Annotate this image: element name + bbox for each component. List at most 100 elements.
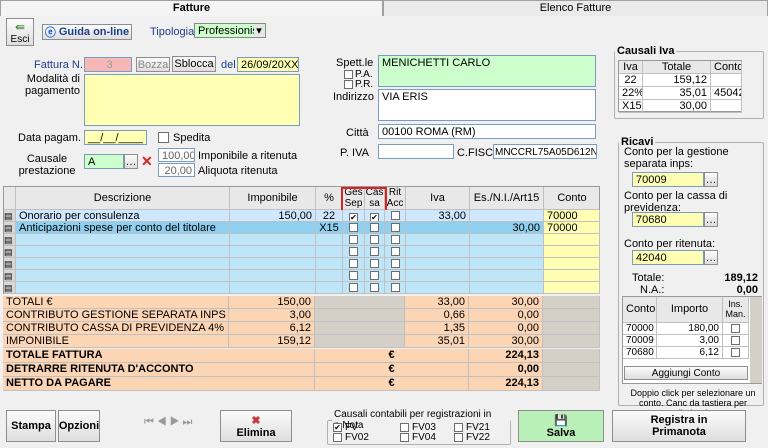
grid-checkbox[interactable] — [349, 247, 358, 256]
ricavi-cell[interactable] — [723, 335, 749, 347]
grid-cell[interactable] — [230, 234, 316, 246]
inps-conto-field[interactable]: 70009 — [632, 172, 704, 187]
grid-cell[interactable]: ✔ — [343, 210, 365, 222]
inps-browse-button[interactable]: … — [704, 172, 718, 187]
ricavi-cell[interactable]: 70000 — [623, 323, 657, 335]
salva-button[interactable]: 💾 Salva — [518, 410, 604, 442]
grid-checkbox[interactable]: ✔ — [349, 213, 358, 221]
date-field[interactable]: 26/09/20XX — [237, 57, 299, 72]
grid-cell[interactable]: 33,00 — [406, 210, 470, 222]
grid-cell[interactable]: ✔ — [365, 210, 385, 222]
scrollbar[interactable] — [750, 297, 762, 383]
ins-man-checkbox[interactable] — [731, 348, 740, 357]
ritenuta-conto-field[interactable]: 42040 — [632, 250, 704, 265]
grid-cell[interactable] — [343, 258, 365, 270]
aliquota-ritenuta-field[interactable]: 20,00 — [158, 163, 195, 177]
grid-cell[interactable] — [406, 282, 470, 294]
grid-checkbox[interactable] — [370, 271, 379, 280]
table-cell[interactable] — [711, 100, 742, 113]
fv02-checkbox[interactable] — [333, 433, 342, 442]
sblocca-button[interactable]: Sblocca — [172, 56, 216, 72]
modalita-pagamento-field[interactable] — [84, 74, 300, 126]
grid-cell[interactable] — [16, 282, 230, 294]
esci-button[interactable]: ⇚ Esci — [6, 18, 34, 46]
fv-checkbox[interactable]: ✔ — [333, 423, 342, 432]
bozza-button[interactable]: Bozza — [136, 57, 170, 72]
grid-cell[interactable] — [16, 234, 230, 246]
grid-checkbox[interactable] — [370, 283, 379, 292]
grid-checkbox[interactable] — [349, 283, 358, 292]
grid-cell[interactable] — [385, 234, 406, 246]
grid-cell[interactable] — [365, 270, 385, 282]
grid-cell[interactable]: 70000 — [544, 222, 600, 234]
clear-icon[interactable]: ✕ — [141, 153, 153, 170]
grid-checkbox[interactable] — [370, 259, 379, 268]
fv04-checkbox[interactable] — [400, 433, 409, 442]
grid-cell[interactable] — [470, 258, 544, 270]
data-pagam-field[interactable]: __/__/____ — [84, 130, 147, 145]
grid-checkbox[interactable] — [349, 259, 358, 268]
grid-cell[interactable] — [343, 246, 365, 258]
customer-name-field[interactable]: MENICHETTI CARLO — [378, 55, 596, 87]
grid-cell[interactable] — [385, 222, 406, 234]
grid-cell[interactable] — [385, 258, 406, 270]
elimina-button[interactable]: ✖ Elimina — [220, 410, 292, 442]
grid-cell[interactable] — [316, 258, 343, 270]
grid-checkbox[interactable] — [390, 235, 400, 244]
grid-cell[interactable] — [544, 234, 600, 246]
fv22-checkbox[interactable] — [454, 433, 463, 442]
grid-cell[interactable] — [343, 282, 365, 294]
registra-primanota-button[interactable]: Registra in Primanota — [612, 410, 746, 442]
table-cell[interactable]: 45042 — [711, 87, 742, 100]
fv03-checkbox[interactable] — [400, 423, 409, 432]
grid-checkbox[interactable] — [349, 235, 358, 244]
grid-cell[interactable]: 30,00 — [470, 222, 544, 234]
grid-checkbox[interactable] — [390, 223, 400, 232]
grid-cell[interactable] — [406, 222, 470, 234]
ricavi-cell[interactable]: 6,12 — [657, 347, 723, 359]
grid-cell[interactable] — [365, 222, 385, 234]
tipologia-select[interactable]: Professionisti ▾ — [194, 23, 266, 38]
grid-cell[interactable] — [544, 282, 600, 294]
ricavi-cell[interactable]: 70680 — [623, 347, 657, 359]
opzioni-button[interactable]: Opzioni — [58, 410, 100, 442]
grid-cell[interactable] — [470, 246, 544, 258]
indirizzo-field[interactable]: VIA ERIS — [378, 89, 596, 121]
ricavi-cell[interactable] — [723, 347, 749, 359]
grid-cell[interactable] — [230, 282, 316, 294]
table-cell[interactable] — [711, 74, 742, 87]
cassa-conto-field[interactable]: 70680 — [632, 212, 704, 227]
grid-checkbox[interactable] — [390, 259, 400, 268]
tab-elenco-fatture[interactable]: Elenco Fatture — [383, 0, 768, 16]
pr-checkbox[interactable] — [344, 80, 353, 89]
grid-cell[interactable] — [343, 234, 365, 246]
grid-cell[interactable] — [385, 270, 406, 282]
grid-checkbox[interactable] — [390, 283, 400, 292]
causale-browse-button[interactable]: … — [124, 154, 138, 169]
ins-man-checkbox[interactable] — [731, 324, 740, 333]
grid-cell[interactable] — [365, 282, 385, 294]
grid-cell[interactable] — [365, 234, 385, 246]
grid-cell[interactable] — [16, 258, 230, 270]
grid-cell[interactable]: 150,00 — [230, 210, 316, 222]
table-cell[interactable]: X15 — [619, 100, 643, 113]
next-record-icon[interactable]: ▶ — [170, 416, 183, 428]
ricavi-cell[interactable]: 70009 — [623, 335, 657, 347]
ricavi-cell[interactable] — [723, 323, 749, 335]
table-cell[interactable]: 30,00 — [643, 100, 711, 113]
fv21-checkbox[interactable] — [454, 423, 463, 432]
grid-cell[interactable] — [470, 210, 544, 222]
ritenuta-browse-button[interactable]: … — [704, 250, 718, 265]
grid-cell[interactable]: Anticipazioni spese per conto del titola… — [16, 222, 230, 234]
piva-field[interactable] — [378, 144, 454, 159]
grid-cell[interactable] — [316, 270, 343, 282]
fattura-number[interactable]: 3 — [84, 57, 132, 72]
grid-cell[interactable]: 70000 — [544, 210, 600, 222]
grid-cell[interactable] — [230, 270, 316, 282]
causale-field[interactable]: A — [84, 154, 124, 169]
grid-cell[interactable] — [16, 270, 230, 282]
grid-checkbox[interactable] — [349, 271, 358, 280]
grid-cell[interactable] — [544, 246, 600, 258]
table-cell[interactable]: 22% — [619, 87, 643, 100]
last-record-icon[interactable]: ⏭ — [183, 416, 196, 428]
